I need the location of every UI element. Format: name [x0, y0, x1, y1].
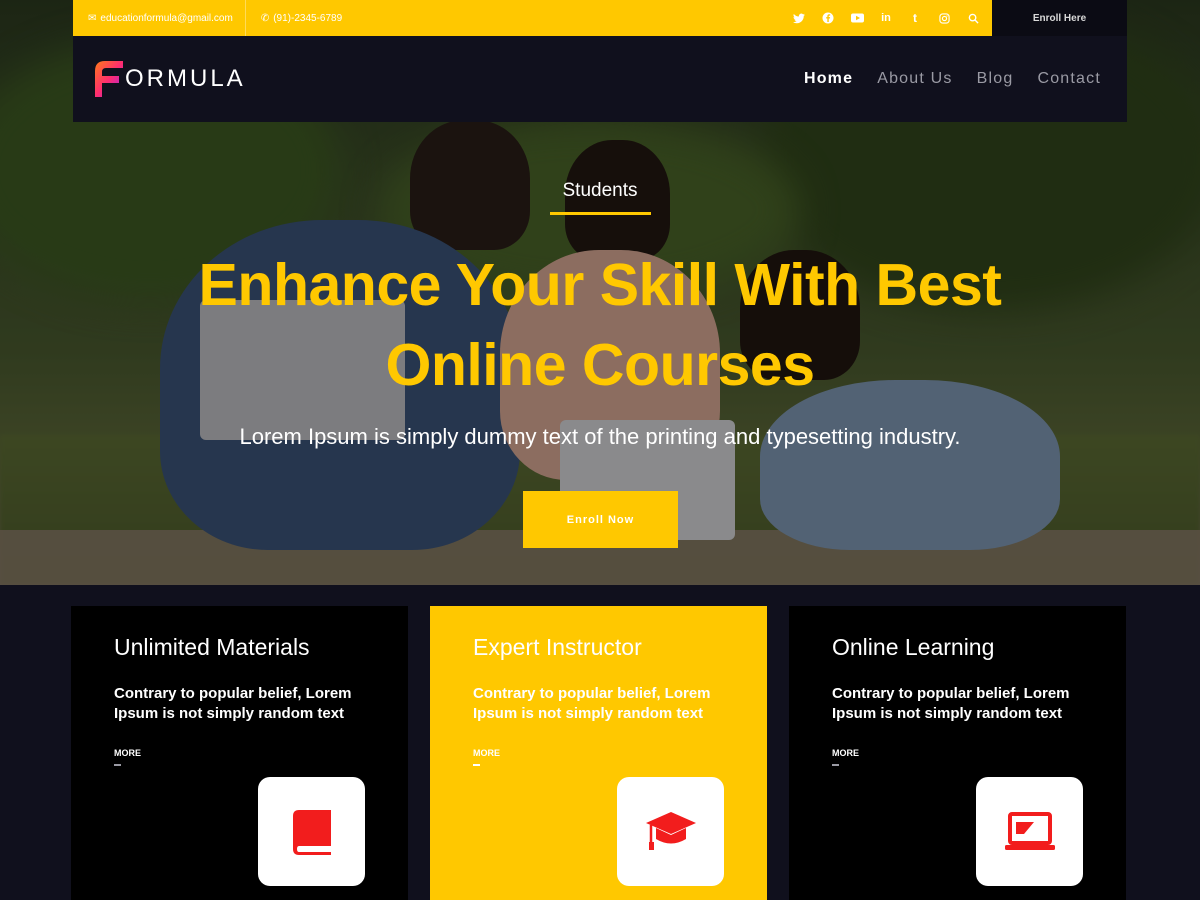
twitter-icon[interactable]	[792, 11, 806, 25]
envelope-icon: ✉	[88, 12, 97, 24]
graduation-cap-icon	[645, 811, 696, 850]
hero-eyebrow: Students	[562, 180, 638, 201]
hero-headline: Enhance Your Skill With Best Online Cour…	[150, 245, 1050, 405]
more-underline	[114, 764, 121, 766]
more-underline	[473, 764, 480, 766]
social-links: in t	[777, 11, 992, 25]
feature-icon-box	[617, 777, 724, 886]
eyebrow-underline	[550, 212, 651, 215]
tumblr-icon[interactable]: t	[908, 11, 922, 25]
nav-contact[interactable]: Contact	[1037, 70, 1101, 88]
hero-content: Students Enhance Your Skill With Best On…	[0, 122, 1200, 585]
enroll-here-button[interactable]: Enroll Here	[992, 0, 1127, 36]
nav-about-us[interactable]: About Us	[877, 70, 952, 88]
feature-title: Online Learning	[832, 634, 995, 660]
feature-icon-box	[976, 777, 1083, 886]
nav-blog[interactable]: Blog	[977, 70, 1014, 88]
phone-icon: ✆	[260, 12, 270, 24]
features-section: Unlimited Materials Contrary to popular …	[0, 585, 1200, 900]
phone-contact[interactable]: ✆ (91)-2345-6789	[244, 0, 354, 36]
main-header: ORMULA Home About Us Blog Contact	[73, 36, 1127, 122]
feature-card: Online Learning Contrary to popular beli…	[789, 606, 1126, 900]
top-bar: ✉ educationformula@gmail.com ✆ (91)-2345…	[73, 0, 1127, 36]
book-icon	[292, 809, 331, 855]
feature-card: Expert Instructor Contrary to popular be…	[430, 606, 767, 900]
hero-subline: Lorem Ipsum is simply dummy text of the …	[239, 424, 961, 449]
feature-card: Unlimited Materials Contrary to popular …	[71, 606, 408, 900]
site-logo[interactable]: ORMULA	[93, 59, 246, 99]
headline-line-1: Enhance Your Skill With Best	[198, 252, 1002, 318]
headline-line-2: Online Courses	[385, 332, 815, 398]
instagram-icon[interactable]	[937, 11, 951, 25]
feature-text: Contrary to popular belief, Lorem Ipsum …	[114, 685, 352, 722]
email-contact[interactable]: ✉ educationformula@gmail.com	[73, 0, 245, 36]
logo-text: ORMULA	[125, 65, 246, 92]
search-icon[interactable]	[966, 11, 980, 25]
top-bar-info: ✉ educationformula@gmail.com ✆ (91)-2345…	[73, 0, 992, 36]
facebook-icon[interactable]	[821, 11, 835, 25]
email-text: educationformula@gmail.com	[100, 12, 233, 24]
more-link[interactable]: MORE	[114, 748, 141, 758]
feature-title: Unlimited Materials	[114, 634, 310, 660]
feature-text: Contrary to popular belief, Lorem Ipsum …	[473, 685, 711, 722]
feature-title: Expert Instructor	[473, 634, 642, 660]
linkedin-icon[interactable]: in	[879, 11, 893, 25]
enroll-now-button[interactable]: Enroll Now	[523, 491, 678, 548]
youtube-icon[interactable]	[850, 11, 864, 25]
phone-text: (91)-2345-6789	[273, 12, 343, 24]
logo-f-icon	[95, 61, 123, 97]
more-underline	[832, 764, 839, 766]
more-link[interactable]: MORE	[832, 748, 859, 758]
feature-text: Contrary to popular belief, Lorem Ipsum …	[832, 685, 1070, 722]
laptop-icon	[1004, 811, 1055, 850]
main-nav: Home About Us Blog Contact	[780, 70, 1101, 88]
feature-icon-box	[258, 777, 365, 886]
nav-home[interactable]: Home	[804, 70, 853, 88]
more-link[interactable]: MORE	[473, 748, 500, 758]
